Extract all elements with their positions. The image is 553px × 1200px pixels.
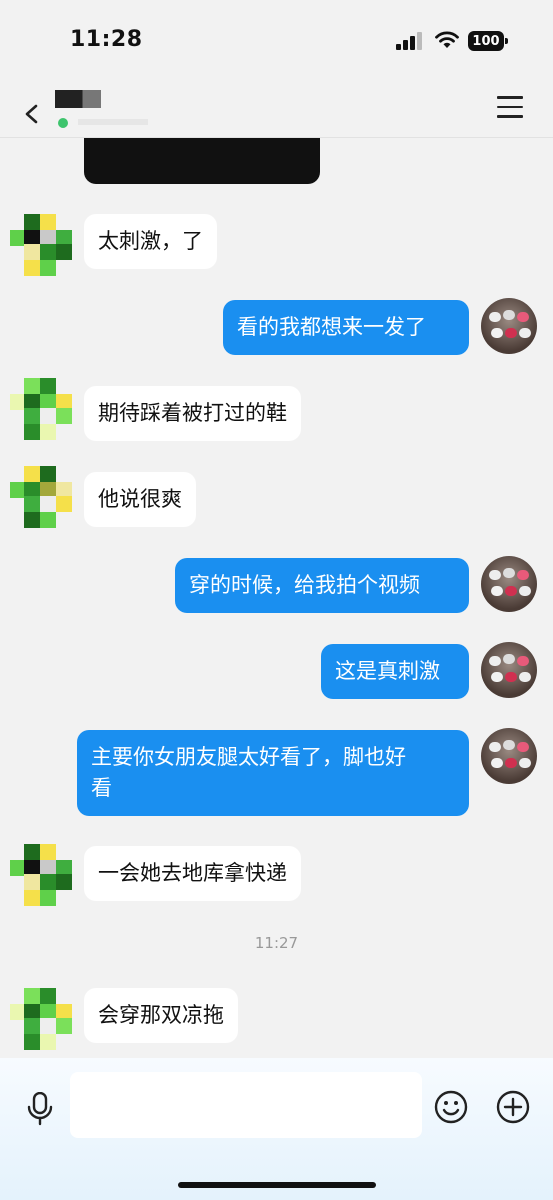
contact-avatar[interactable] [10,214,72,276]
status-bar: 11:28 100 [0,0,553,80]
message-list[interactable]: 太刺激，了 看的我都想来一发了期待踩着被打过的鞋 他说很爽穿的时候，给我拍个视频这是… [0,138,553,1058]
user-avatar[interactable] [481,556,537,612]
contact-avatar[interactable] [10,988,72,1050]
user-avatar[interactable] [481,298,537,354]
message-timestamp: 11:27 [254,934,299,952]
sent-message[interactable]: 穿的时候，给我拍个视频 [175,558,469,613]
contact-name-redacted[interactable] [55,90,101,108]
input-bar [0,1058,553,1200]
received-message[interactable]: 太刺激，了 [84,214,217,269]
user-avatar[interactable] [481,728,537,784]
chat-header [0,80,553,138]
received-message[interactable]: 会穿那双凉拖 [84,988,238,1043]
user-avatar[interactable] [481,642,537,698]
contact-status-redacted [58,114,176,128]
message-input[interactable] [70,1072,422,1138]
home-indicator [178,1182,376,1188]
wifi-icon [435,31,459,48]
sent-message[interactable]: 这是真刺激 [321,644,469,699]
back-icon[interactable] [22,102,44,124]
sent-message[interactable]: 看的我都想来一发了 [223,300,469,355]
cellular-signal-icon [396,32,422,50]
battery-indicator: 100 [468,31,508,51]
sent-message[interactable]: 主要你女朋友腿太好看了，脚也好 看 [77,730,469,816]
emoji-icon[interactable] [434,1090,468,1124]
menu-icon[interactable] [497,96,523,118]
contact-avatar[interactable] [10,466,72,528]
contact-avatar[interactable] [10,844,72,906]
contact-avatar[interactable] [10,378,72,440]
status-time: 11:28 [70,27,143,52]
received-message[interactable]: 期待踩着被打过的鞋 [84,386,301,441]
received-message[interactable]: 他说很爽 [84,472,196,527]
plus-icon[interactable] [496,1090,530,1124]
video-message[interactable] [84,138,320,184]
received-message[interactable]: 一会她去地库拿快递 [84,846,301,901]
microphone-icon[interactable] [26,1092,54,1126]
